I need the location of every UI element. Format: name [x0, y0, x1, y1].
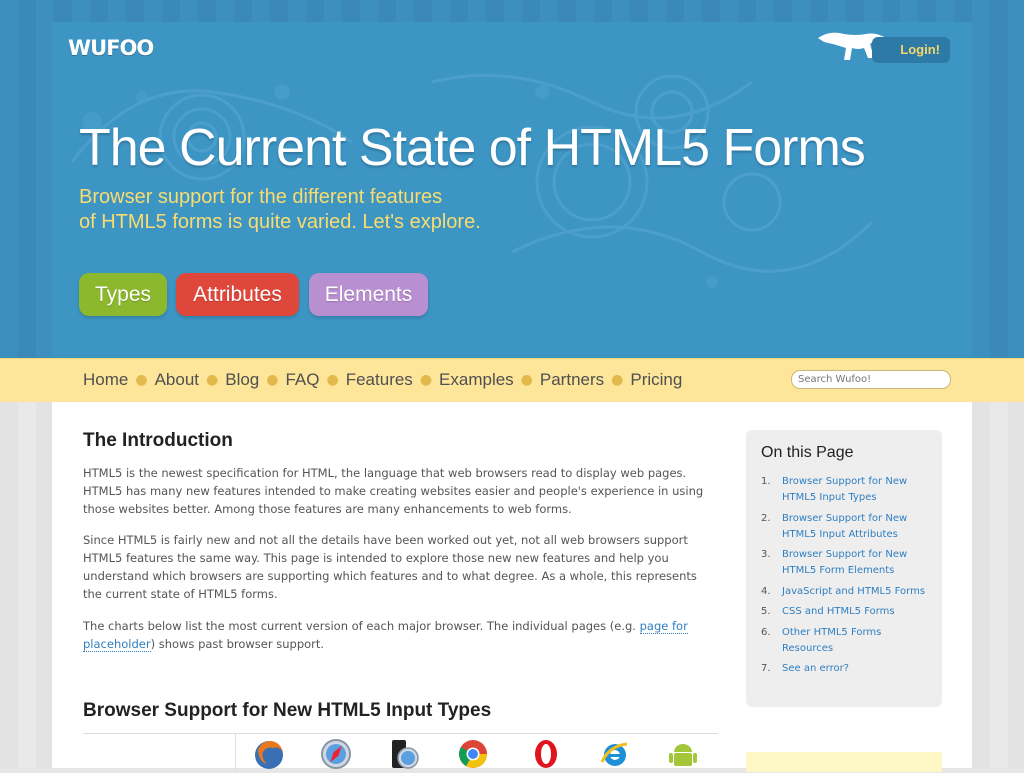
toc-link-form-elements[interactable]: Browser Support for New HTML5 Form Eleme… [782, 547, 931, 579]
hero-header: WUFOO Login! The Current State of HTML5 … [52, 22, 972, 358]
toc-title: On this Page [761, 444, 854, 461]
sidebar-callout-box [746, 752, 942, 772]
nav-item-about[interactable]: About [155, 370, 199, 390]
nav-separator: ● [135, 372, 148, 388]
intro-paragraph-2: Since HTML5 is fairly new and not all th… [83, 533, 697, 601]
firefox-icon [255, 741, 283, 769]
toc-list: 1. Browser Support for New HTML5 Input T… [761, 474, 931, 682]
nav-item-faq[interactable]: FAQ [285, 370, 319, 390]
paragraph-text: ) shows past browser support. [150, 637, 325, 651]
toc-item: 3. Browser Support for New HTML5 Form El… [761, 547, 931, 579]
nav-separator: ● [326, 372, 339, 388]
toc-number: 3. [761, 549, 771, 560]
toc-number: 7. [761, 663, 771, 674]
intro-paragraph-3: The charts below list the most current v… [83, 617, 713, 653]
toc-item: 6. Other HTML5 Forms Resources [761, 625, 931, 657]
nav-item-home[interactable]: Home [83, 370, 128, 390]
nav-separator: ● [520, 372, 533, 388]
opera-icon [535, 740, 557, 768]
on-this-page-sidebar: On this Page 1. Browser Support for New … [746, 430, 942, 707]
nav-item-pricing[interactable]: Pricing [630, 370, 682, 390]
browser-support-heading: Browser Support for New HTML5 Input Type… [83, 700, 492, 721]
toc-link-input-types[interactable]: Browser Support for New HTML5 Input Type… [782, 474, 931, 506]
nav-separator: ● [611, 372, 624, 388]
mobile-safari-icon [392, 740, 419, 769]
toc-item: 5. CSS and HTML5 Forms [761, 604, 931, 620]
intro-heading: The Introduction [83, 430, 233, 451]
page-title: The Current State of HTML5 Forms [79, 119, 866, 177]
nav-item-examples[interactable]: Examples [439, 370, 514, 390]
nav-separator: ● [266, 372, 279, 388]
toc-item: 2. Browser Support for New HTML5 Input A… [761, 511, 931, 543]
subtitle-line-1: Browser support for the different featur… [79, 186, 443, 208]
table-column-divider [235, 733, 236, 773]
toc-item: 7. See an error? [761, 661, 931, 677]
nav-separator: ● [419, 372, 433, 388]
toc-link-see-an-error[interactable]: See an error? [782, 661, 849, 677]
paragraph-text: The charts below list the most current v… [83, 619, 640, 633]
toc-number: 6. [761, 626, 771, 638]
nav-list: Home ● About ● Blog ● FAQ ● Features ● E… [83, 358, 682, 402]
main-content-area: The Introduction HTML5 is the newest spe… [52, 402, 972, 773]
table-top-border [83, 733, 718, 734]
page-container: WUFOO Login! The Current State of HTML5 … [52, 22, 972, 773]
toc-number: 4. [761, 585, 771, 597]
wufoo-logo[interactable]: WUFOO [68, 36, 154, 60]
toc-number: 1. [761, 476, 771, 487]
safari-icon [321, 739, 351, 769]
subtitle-line-2: of HTML5 forms is quite varied. Let's ex… [79, 211, 481, 233]
intro-paragraph-1: HTML5 is the newest specification for HT… [83, 466, 704, 516]
nav-item-features[interactable]: Features [346, 370, 413, 390]
chrome-icon [459, 740, 487, 768]
nav-item-partners[interactable]: Partners [540, 370, 604, 390]
search-input[interactable] [791, 370, 951, 389]
nav-separator: ● [206, 372, 219, 388]
toc-number: 2. [761, 512, 771, 524]
types-pill-button[interactable]: Types [79, 273, 167, 316]
android-icon [669, 744, 697, 766]
toc-link-javascript[interactable]: JavaScript and HTML5 Forms [782, 584, 925, 600]
toc-item: 4. JavaScript and HTML5 Forms [761, 584, 931, 600]
internet-explorer-icon [600, 742, 628, 766]
toc-link-resources[interactable]: Other HTML5 Forms Resources [782, 625, 931, 657]
nav-item-blog[interactable]: Blog [225, 370, 259, 390]
attributes-pill-button[interactable]: Attributes [176, 273, 299, 316]
toc-number: 5. [761, 606, 771, 617]
toc-link-input-attributes[interactable]: Browser Support for New HTML5 Input Attr… [782, 511, 931, 543]
main-nav: Home ● About ● Blog ● FAQ ● Features ● E… [52, 358, 972, 402]
elements-pill-button[interactable]: Elements [309, 273, 428, 316]
page-subtitle: Browser support for the different featur… [79, 185, 539, 235]
login-button[interactable]: Login! [872, 37, 950, 63]
toc-link-css[interactable]: CSS and HTML5 Forms [782, 604, 895, 620]
toc-item: 1. Browser Support for New HTML5 Input T… [761, 474, 931, 506]
